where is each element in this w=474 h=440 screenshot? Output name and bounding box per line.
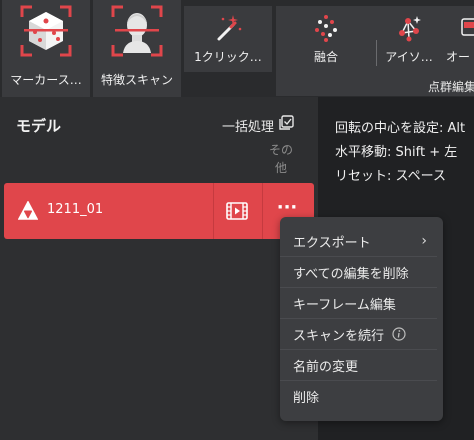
menu-item-label: 削除	[293, 391, 320, 406]
menu-item-rename[interactable]: 名前の変更	[280, 350, 437, 381]
menu-item-continue-scan[interactable]: スキャンを続行	[280, 319, 437, 350]
keyframe-video-icon[interactable]	[226, 201, 248, 225]
marker-scan-icon	[16, 0, 76, 62]
fusion-label: 融合	[313, 50, 338, 64]
model-row[interactable]: 1211_01 ···	[4, 183, 314, 239]
fusion-icon	[296, 8, 356, 48]
one-click-label: 1クリック…	[194, 50, 262, 64]
menu-item-keyframe-edit[interactable]: キーフレーム編集	[280, 288, 437, 319]
row-divider	[262, 183, 263, 239]
context-menu: エクスポート › すべての編集を削除 キーフレーム編集 スキャンを続行 名前の変…	[280, 217, 443, 421]
other-column-header: その他	[268, 143, 293, 175]
menu-item-label: すべての編集を削除	[293, 266, 409, 282]
outlier-icon	[446, 8, 474, 48]
marker-scan-button[interactable]: マーカース…	[2, 0, 90, 97]
batch-process-label: 一括処理	[222, 119, 275, 135]
panel-title: モデル	[16, 117, 62, 135]
batch-check-icon	[278, 115, 294, 135]
row-divider	[213, 183, 214, 239]
chevron-right-icon: ›	[421, 233, 427, 249]
menu-item-label: スキャンを続行	[293, 328, 385, 344]
batch-process-button[interactable]: 一括処理	[222, 115, 294, 135]
menu-item-label: エクスポート	[293, 235, 371, 251]
menu-item-label: 名前の変更	[293, 359, 359, 375]
mesh-icon	[17, 200, 39, 225]
menu-item-label: キーフレーム編集	[293, 297, 396, 313]
toolbar-divider	[376, 40, 377, 66]
outlier-label: オー	[446, 50, 471, 64]
toolbar: マーカース… 特徴スキャン 1クリック… 融合 アイソ… オー 点群編集	[0, 0, 474, 97]
feature-scan-label: 特徴スキャン	[100, 73, 173, 87]
point-cloud-group-label: 点群編集	[428, 80, 474, 94]
menu-item-delete-all-edits[interactable]: すべての編集を削除	[280, 257, 437, 288]
menu-item-export[interactable]: エクスポート ›	[280, 226, 437, 257]
model-panel: モデル 一括処理 その他 1211_01 ···	[0, 97, 318, 440]
info-icon[interactable]	[392, 327, 406, 341]
isolate-label: アイソ…	[385, 50, 433, 64]
help-line-rotate: 回転の中心を設定: Alt	[335, 121, 466, 136]
isolate-icon	[389, 8, 429, 48]
menu-item-delete[interactable]: 削除	[280, 381, 437, 412]
feature-scan-button[interactable]: 特徴スキャン	[93, 0, 181, 97]
marker-scan-label: マーカース…	[10, 73, 82, 87]
feature-scan-icon	[107, 0, 167, 62]
magic-wand-icon	[198, 8, 258, 48]
model-name: 1211_01	[47, 202, 104, 217]
help-line-reset: リセット: スペース	[335, 169, 446, 184]
help-line-pan: 水平移動: Shift + 左	[335, 145, 458, 160]
one-click-button[interactable]: 1クリック…	[186, 0, 270, 97]
fusion-button[interactable]: 融合	[282, 0, 370, 97]
help-text: 回転の中心を設定: Alt 水平移動: Shift + 左 リセット: スペース	[335, 117, 465, 189]
more-options-icon[interactable]: ···	[268, 197, 306, 218]
